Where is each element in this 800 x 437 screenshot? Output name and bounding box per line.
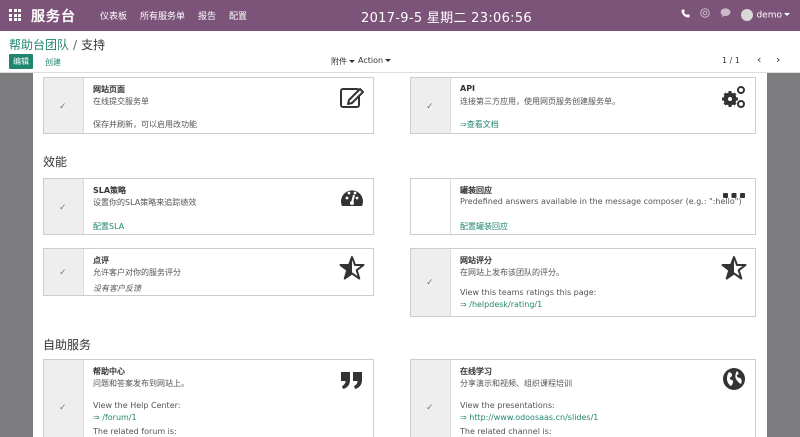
setting-website-form: ✓ 网站页面 在线提交服务单 保存并刷新，可以启用改功能 xyxy=(43,77,374,134)
edit-icon xyxy=(340,88,364,108)
main-menu: 仪表板 所有服务单 报告 配置 xyxy=(100,9,247,22)
setting-title: 罐装回应 xyxy=(460,186,492,195)
chat-icon[interactable] xyxy=(720,8,731,21)
checkbox-canned-responses[interactable] xyxy=(411,179,451,234)
checkbox-api[interactable]: ✓ xyxy=(411,78,451,133)
setting-note: 保存并刷新，可以启用改功能 xyxy=(93,120,197,129)
setting-title: 网站评分 xyxy=(460,256,492,265)
setting-title: 在线学习 xyxy=(460,367,492,376)
top-navbar: 服务台 仪表板 所有服务单 报告 配置 2017-9-5 星期二 23:06:5… xyxy=(0,0,800,31)
setting-sla: ✓ SLA策略 设置你的SLA策略来追踪绩效 配置SLA xyxy=(43,178,374,235)
pager-previous-icon[interactable]: ‹ xyxy=(757,53,761,66)
star-half-icon xyxy=(339,256,365,280)
systray: demo xyxy=(681,8,790,21)
setting-elearning: ✓ 在线学习 分享演示和视频、组织课程培训 View the presentat… xyxy=(410,359,756,437)
apps-grid-icon[interactable] xyxy=(9,9,21,21)
breadcrumb-parent[interactable]: 帮助台团队 xyxy=(9,38,69,52)
no-feedback-note: 没有客户反馈 xyxy=(93,284,141,293)
setting-help-center: ✓ 帮助中心 问题和答案发布到网站上。 View the Help Center… xyxy=(43,359,374,437)
setting-description: 分享演示和视频、组织课程培训 xyxy=(460,379,572,388)
action-dropdown[interactable]: Action xyxy=(358,56,392,65)
dashboard-gauge-icon xyxy=(341,190,363,206)
setting-title: 网站页面 xyxy=(93,85,125,94)
breadcrumb-current: 支持 xyxy=(81,38,106,52)
chevron-down-icon xyxy=(784,13,790,16)
rating-page-link[interactable]: ⇒ /helpdesk/rating/1 xyxy=(460,300,542,309)
checkbox-help-center[interactable]: ✓ xyxy=(44,360,84,437)
help-icon[interactable] xyxy=(700,8,711,21)
setting-website-rating: ✓ 网站评分 在网站上发布该团队的评分。 View this teams rat… xyxy=(410,248,756,317)
gears-icon xyxy=(722,86,745,108)
user-name: demo xyxy=(756,10,782,20)
slides-link[interactable]: ⇒ http://www.odoosaas.cn/slides/1 xyxy=(460,413,598,422)
pager-next-icon[interactable]: › xyxy=(776,53,780,66)
check-icon: ✓ xyxy=(426,102,434,112)
checkbox-website-form[interactable]: ✓ xyxy=(44,78,84,133)
datetime-display: 2017-9-5 星期二 23:06:56 xyxy=(361,11,532,26)
check-icon: ✓ xyxy=(426,278,434,288)
check-icon: ✓ xyxy=(59,403,67,413)
presentations-text: View the presentations: xyxy=(460,401,555,410)
breadcrumb-separator: / xyxy=(73,38,78,52)
app-brand[interactable]: 服务台 xyxy=(31,6,76,26)
ellipsis-icon xyxy=(723,193,745,198)
menu-item-dashboard[interactable]: 仪表板 xyxy=(100,9,127,22)
setting-description: Predefined answers available in the mess… xyxy=(460,197,742,206)
checkbox-sla[interactable]: ✓ xyxy=(44,179,84,234)
setting-title: SLA策略 xyxy=(93,186,127,195)
avatar xyxy=(741,8,754,21)
setting-description: 连接第三方应用，使用网页服务创建服务单。 xyxy=(460,97,620,106)
user-menu[interactable]: demo xyxy=(741,8,790,21)
section-efficiency: 效能 xyxy=(43,155,68,169)
action-label: Action xyxy=(358,56,384,65)
setting-description: 允许客户对你的服务评分 xyxy=(93,268,181,277)
attachment-label: 附件 xyxy=(331,57,347,66)
setting-title: 帮助中心 xyxy=(93,367,125,376)
settings-sheet: ✓ 网站页面 在线提交服务单 保存并刷新，可以启用改功能 ✓ API 连接第三方… xyxy=(33,73,767,437)
edit-button[interactable]: 编辑 xyxy=(9,54,33,69)
setting-title: 点评 xyxy=(93,256,109,265)
globe-icon xyxy=(723,368,745,390)
forum-link[interactable]: ⇒ /forum/1 xyxy=(93,413,137,422)
check-icon: ✓ xyxy=(59,203,67,213)
breadcrumb: 帮助台团队 / 支持 xyxy=(9,36,105,53)
quote-icon xyxy=(341,372,362,389)
setting-api: ✓ API 连接第三方应用，使用网页服务创建服务单。 ⇒查看文档 xyxy=(410,77,756,134)
checkbox-website-rating[interactable]: ✓ xyxy=(411,249,451,316)
star-half-icon xyxy=(721,256,747,280)
check-icon: ✓ xyxy=(426,403,434,413)
check-icon: ✓ xyxy=(59,102,67,112)
setting-description: 问题和答案发布到网站上。 xyxy=(93,379,189,388)
configure-sla-link[interactable]: 配置SLA xyxy=(93,221,124,232)
setting-title: API xyxy=(460,84,476,93)
chevron-down-icon xyxy=(385,59,392,62)
view-docs-link[interactable]: ⇒查看文档 xyxy=(460,119,499,130)
setting-canned-responses: 罐装回应 Predefined answers available in the… xyxy=(410,178,756,235)
check-icon: ✓ xyxy=(59,268,67,278)
configure-canned-link[interactable]: 配置罐装回应 xyxy=(460,221,508,232)
setting-description: 在网站上发布该团队的评分。 xyxy=(460,268,564,277)
control-panel: 帮助台团队 / 支持 编辑 创建 附件 Action 1 / 1 ‹ › xyxy=(0,31,800,73)
related-channel-text: The related channel is: xyxy=(460,427,552,436)
setting-description: 设置你的SLA策略来追踪绩效 xyxy=(93,198,197,207)
menu-item-reports[interactable]: 报告 xyxy=(198,9,216,22)
setting-rating: ✓ 点评 允许客户对你的服务评分 没有客户反馈 xyxy=(43,248,374,296)
create-button[interactable]: 创建 xyxy=(45,57,61,68)
chevron-down-icon xyxy=(349,60,355,63)
attachment-dropdown[interactable]: 附件 xyxy=(331,56,355,67)
menu-item-config[interactable]: 配置 xyxy=(229,9,247,22)
help-center-text: View the Help Center: xyxy=(93,401,181,410)
phone-icon[interactable] xyxy=(681,8,691,21)
pager-value[interactable]: 1 / 1 xyxy=(722,56,740,65)
related-forum-text: The related forum is: xyxy=(93,427,177,436)
checkbox-elearning[interactable]: ✓ xyxy=(411,360,451,437)
checkbox-rating[interactable]: ✓ xyxy=(44,249,84,295)
section-self-service: 自助服务 xyxy=(43,338,92,352)
setting-description: 在线提交服务单 xyxy=(93,97,149,106)
menu-item-all-tickets[interactable]: 所有服务单 xyxy=(140,9,185,22)
rating-page-text: View this teams ratings this page: xyxy=(460,288,597,297)
